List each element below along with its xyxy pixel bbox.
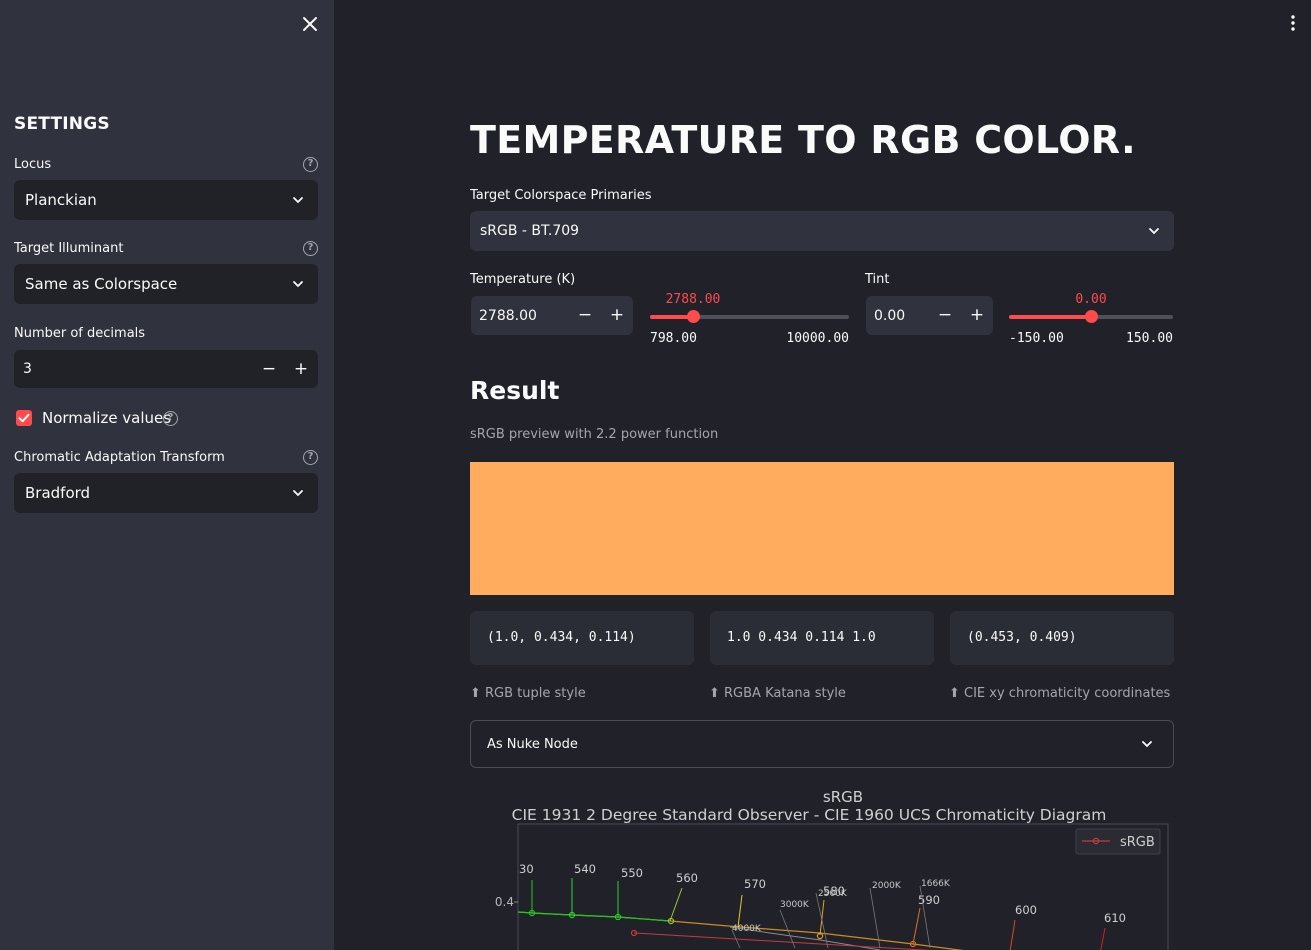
chevron-down-icon (1149, 228, 1159, 235)
close-sidebar-button[interactable] (298, 12, 322, 36)
y-tick-label: 0.4 (495, 895, 514, 909)
normalize-label[interactable]: Normalize values (42, 409, 171, 427)
nuke-node-expander[interactable]: As Nuke Node (470, 720, 1174, 768)
code-text: (0.453, 0.409) (967, 630, 1077, 645)
tint-label: Tint (865, 272, 890, 287)
temperature-label: 3000K (780, 900, 810, 910)
locus-select-value: Planckian (25, 191, 97, 209)
decimals-decrement-button[interactable]: − (257, 357, 281, 381)
illuminant-label: Target Illuminant (14, 241, 124, 256)
decimals-input-value[interactable]: 3 (23, 361, 32, 377)
slider-current-value: 2788.00 (665, 292, 721, 307)
locus-select[interactable]: Planckian (14, 180, 318, 220)
result-heading: Result (470, 376, 560, 405)
colorspace-label: Target Colorspace Primaries (470, 188, 652, 203)
locus-label: Locus (14, 157, 52, 172)
chart-subtitle: CIE 1931 2 Degree Standard Observer - CI… (512, 806, 1107, 824)
slider-current-value: 0.00 (1075, 292, 1107, 307)
wavelength-label: 30 (519, 862, 534, 876)
sidebar-title: SETTINGS (14, 114, 110, 134)
page-title: TEMPERATURE TO RGB COLOR. (470, 118, 1136, 162)
color-preview-swatch (470, 462, 1174, 595)
normalize-help-icon[interactable]: ? (163, 411, 178, 426)
slider-max-label: 10000.00 (786, 331, 849, 346)
chart-title: sRGB (823, 788, 863, 806)
chevron-down-icon (293, 197, 303, 204)
chevron-down-icon (293, 281, 303, 288)
wavelength-label: 600 (1015, 903, 1037, 917)
cat-select[interactable]: Bradford (14, 473, 318, 513)
cie-xy-caption: ⬆ CIE xy chromaticity coordinates (949, 686, 1171, 701)
rgba-katana-caption: ⬆ RGBA Katana style (709, 686, 846, 701)
illuminant-select[interactable]: Same as Colorspace (14, 264, 318, 304)
temperature-input-value[interactable]: 2788.00 (479, 308, 537, 324)
cat-label: Chromatic Adaptation Transform (14, 450, 225, 465)
tint-decrement-button[interactable]: − (933, 303, 957, 327)
check-icon (18, 413, 30, 423)
locus-help-icon[interactable]: ? (303, 157, 318, 172)
rgba-katana-code[interactable]: 1.0 0.434 0.114 1.0 (710, 611, 934, 665)
cat-help-icon[interactable]: ? (303, 450, 318, 465)
temperature-increment-button[interactable]: + (605, 303, 629, 327)
expander-label: As Nuke Node (487, 737, 578, 752)
wavelength-label: 570 (744, 877, 766, 891)
temperature-decrement-button[interactable]: − (573, 303, 597, 327)
temperature-label: 2000K (872, 881, 902, 891)
main-menu-button[interactable] (1284, 13, 1302, 33)
cie-xy-code[interactable]: (0.453, 0.409) (950, 611, 1174, 665)
wavelength-label: 550 (621, 866, 643, 880)
chromaticity-diagram: sRGB CIE 1931 2 Degree Standard Observer… (495, 788, 1169, 950)
temperature-slider[interactable]: 2788.00 798.00 10000.00 (650, 290, 849, 350)
cat-select-value: Bradford (25, 484, 91, 502)
tint-increment-button[interactable]: + (965, 303, 989, 327)
temperature-input[interactable]: 2788.00 − + (471, 296, 633, 335)
chevron-down-icon (1142, 741, 1152, 748)
decimals-increment-button[interactable]: + (289, 357, 313, 381)
illuminant-select-value: Same as Colorspace (25, 275, 178, 293)
rgb-tuple-code[interactable]: (1.0, 0.434, 0.114) (470, 611, 694, 665)
temperature-label: Temperature (K) (470, 272, 576, 287)
rgb-tuple-caption: ⬆ RGB tuple style (470, 686, 586, 701)
preview-caption: sRGB preview with 2.2 power function (470, 427, 719, 442)
slider-min-label: 798.00 (650, 331, 697, 346)
slider-fill (1009, 315, 1091, 319)
tint-slider[interactable]: 0.00 -150.00 150.00 (1009, 290, 1173, 350)
slider-max-label: 150.00 (1126, 331, 1173, 346)
decimals-label: Number of decimals (14, 326, 146, 341)
colorspace-select[interactable]: sRGB - BT.709 (470, 211, 1174, 251)
temperature-label: 1666K (921, 879, 951, 889)
wavelength-label: 610 (1104, 911, 1126, 925)
colorspace-select-value: sRGB - BT.709 (480, 223, 580, 239)
decimals-input[interactable]: 3 − + (14, 350, 318, 388)
chevron-down-icon (293, 490, 303, 497)
normalize-checkbox[interactable] (16, 410, 32, 426)
slider-thumb[interactable] (687, 310, 700, 323)
sidebar: SETTINGS Locus ? Planckian Target Illumi… (0, 0, 334, 950)
slider-min-label: -150.00 (1009, 331, 1064, 346)
wavelength-label: 560 (676, 871, 698, 885)
slider-thumb[interactable] (1085, 310, 1098, 323)
illuminant-help-icon[interactable]: ? (303, 241, 318, 256)
legend-label: sRGB (1120, 835, 1155, 850)
temperature-label: 4000K (732, 924, 762, 934)
wavelength-label: 540 (574, 862, 596, 876)
tint-input-value[interactable]: 0.00 (874, 308, 905, 324)
tint-input[interactable]: 0.00 − + (866, 296, 993, 335)
kebab-menu-icon (1291, 15, 1295, 31)
code-text: 1.0 0.434 0.114 1.0 (727, 630, 876, 645)
temperature-label: 2500K (818, 889, 848, 899)
close-icon (303, 17, 317, 31)
code-text: (1.0, 0.434, 0.114) (487, 630, 636, 645)
